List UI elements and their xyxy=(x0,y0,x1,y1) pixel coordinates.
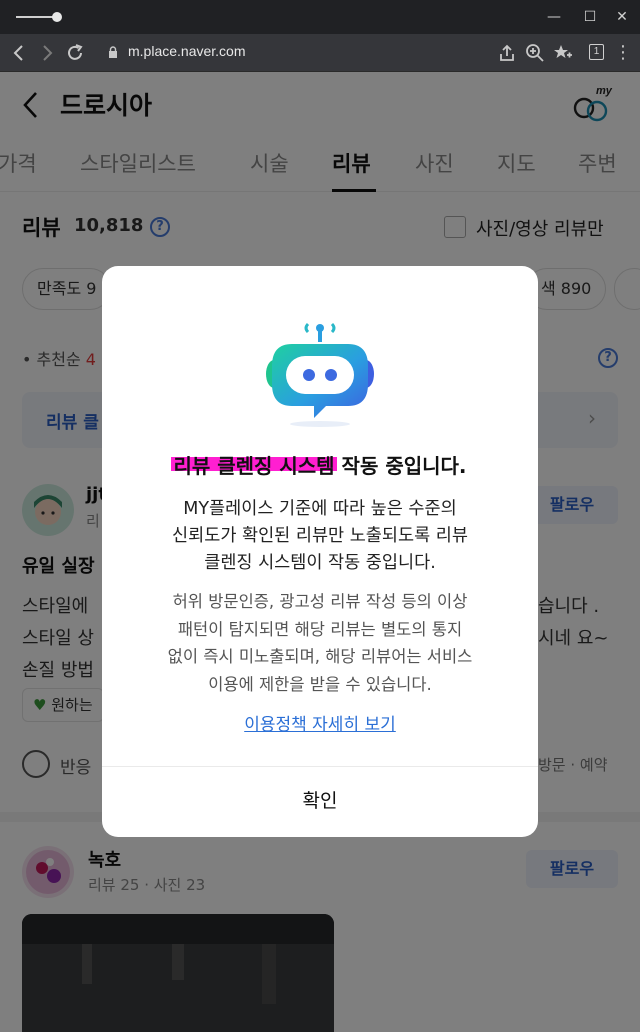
reload-icon[interactable] xyxy=(64,42,86,64)
lock-icon xyxy=(109,46,117,58)
url-text[interactable]: m.place.naver.com xyxy=(128,43,246,59)
tab-count-icon[interactable]: 1 xyxy=(589,44,604,60)
modal-description: MY플레이스 기준에 따라 높은 수준의 신뢰도가 확인된 리뷰만 노출되도록 … xyxy=(132,496,508,577)
favorite-icon[interactable] xyxy=(552,42,574,64)
page-content: 드로시아 my 가격 스타일리스트 시술 리뷰 사진 지도 주변 리뷰 10,8… xyxy=(0,72,640,1032)
minimize-icon[interactable]: — xyxy=(542,6,566,28)
modal-description-line: MY플레이스 기준에 따라 높은 수준의 xyxy=(183,499,457,519)
titlebar-slider-track xyxy=(16,16,56,18)
zoom-icon[interactable] xyxy=(524,42,546,64)
policy-link[interactable]: 이용정책 자세히 보기 xyxy=(102,710,538,735)
modal-description-line: 클렌징 시스템이 작동 중입니다. xyxy=(204,553,436,573)
close-icon[interactable]: ✕ xyxy=(610,6,634,28)
modal-title-highlight: 리뷰 클렌징 시스템 xyxy=(171,450,337,479)
confirm-button[interactable]: 확인 xyxy=(102,767,538,837)
browser-titlebar: — ☐ ✕ xyxy=(0,0,640,34)
maximize-icon[interactable]: ☐ xyxy=(578,6,602,28)
modal-title-rest: 작동 중입니다. xyxy=(334,454,467,478)
titlebar-slider-knob[interactable] xyxy=(52,12,62,22)
modal-warning-line: 허위 방문인증, 광고성 리뷰 작성 등의 이상 xyxy=(172,592,468,611)
cleansing-system-modal: 리뷰 클렌징 시스템 작동 중입니다. MY플레이스 기준에 따라 높은 수준의… xyxy=(102,266,538,837)
modal-warning-line: 없이 즉시 미노출되며, 해당 리뷰어는 서비스 xyxy=(167,647,473,666)
modal-warning-line: 이용에 제한을 받을 수 있습니다. xyxy=(208,674,432,694)
modal-description-line: 신뢰도가 확인된 리뷰만 노출되도록 리뷰 xyxy=(172,526,468,546)
menu-icon[interactable]: ⋮ xyxy=(612,42,634,64)
address-bar: m.place.naver.com 1 ⋮ xyxy=(0,34,640,72)
back-arrow-icon[interactable] xyxy=(8,42,30,64)
robot-chat-icon xyxy=(266,322,374,427)
forward-arrow-icon[interactable] xyxy=(36,42,58,64)
modal-warning: 허위 방문인증, 광고성 리뷰 작성 등의 이상 패턴이 탐지되면 해당 리뷰는… xyxy=(128,588,512,698)
modal-title: 리뷰 클렌징 시스템 작동 중입니다. xyxy=(102,450,538,479)
share-icon[interactable] xyxy=(496,42,518,64)
modal-warning-line: 패턴이 탐지되면 해당 리뷰는 별도의 통지 xyxy=(177,619,463,639)
